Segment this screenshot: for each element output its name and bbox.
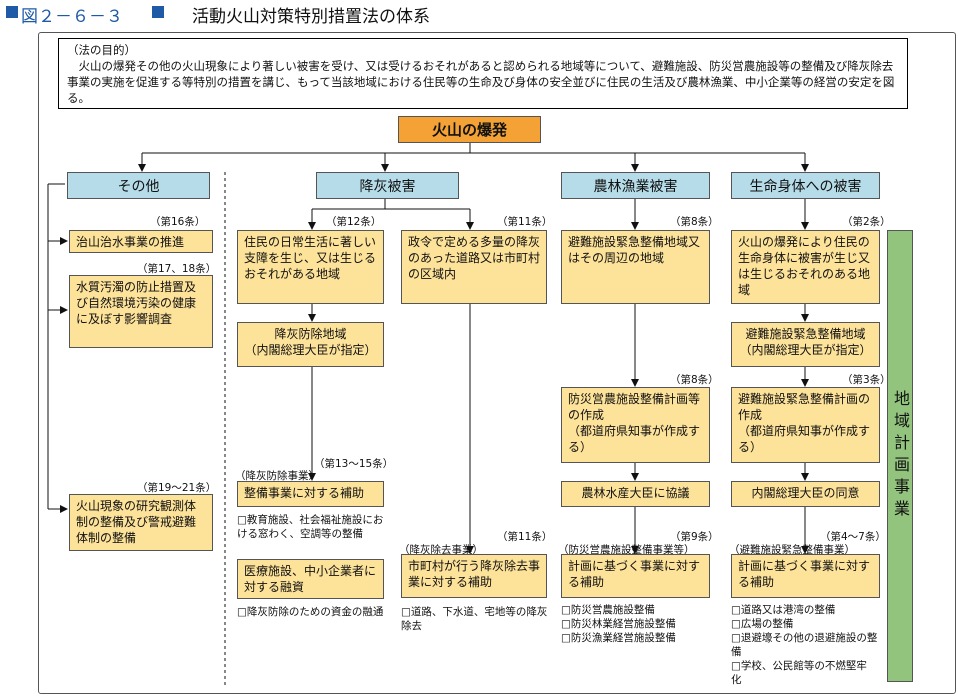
agri-ref-1: （第8条） bbox=[670, 216, 719, 228]
header-life-damage: 生命身体への被害 bbox=[731, 172, 880, 199]
ash-a-box-subsidy: 整備事業に対する補助 bbox=[237, 481, 384, 507]
ash-a-note-3: □教育施設、社会福祉施設における窓わく、空調等の整備 bbox=[237, 514, 384, 540]
ash-b-ref-2: （第11条） bbox=[497, 531, 553, 543]
life-note-4: □学校、公民館等の不燃堅牢化 bbox=[731, 660, 867, 686]
agri-box-consult-minister: 農林水産大臣に協議 bbox=[561, 481, 710, 507]
agri-note-2: □防災林業経営施設整備 bbox=[561, 618, 676, 630]
other-box-water-pollution: 水質汚濁の防止措置及び自然環境汚染の健康に及ぼす影響調査 bbox=[69, 275, 213, 348]
life-note-3: □退避壕その他の退避施設の整備 bbox=[731, 632, 878, 658]
life-box-designated-area: 避難施設緊急整備地域 （内閣総理大臣が指定） bbox=[731, 322, 880, 367]
ash-a-box-loans: 医療施設、中小企業者に対する融資 bbox=[237, 559, 384, 599]
header-other: その他 bbox=[67, 172, 210, 199]
life-box-plan: 避難施設緊急整備計画の作成 （都道府県知事が作成する） bbox=[731, 387, 880, 463]
agri-box-plan: 防災営農施設整備計画等の作成 （都道府県知事が作成する） bbox=[561, 387, 710, 463]
life-ref-3: （第3条） bbox=[842, 374, 891, 386]
header-agri-damage: 農林漁業被害 bbox=[561, 172, 710, 199]
life-note-1: □道路又は港湾の整備 bbox=[731, 604, 836, 616]
life-ref-1: （第2条） bbox=[842, 216, 891, 228]
ash-a-box-affected-area: 住民の日常生活に著しい支障を生じ、又は生じるおそれがある地域 bbox=[237, 230, 384, 304]
ash-a-note-4: □降灰防除のための資金の融通 bbox=[237, 606, 384, 618]
agri-note-1: □防災営農施設整備 bbox=[561, 604, 655, 616]
side-label-text: 地域計画事業 bbox=[891, 390, 910, 522]
root-node-eruption: 火山の爆発 bbox=[398, 116, 541, 143]
agri-box-subsidy: 計画に基づく事業に対する補助 bbox=[561, 554, 710, 598]
other-ref-1: （第16条） bbox=[150, 216, 206, 228]
ash-b-ref-1: （第11条） bbox=[497, 216, 553, 228]
ash-a-ref-1: （第12条） bbox=[326, 216, 382, 228]
side-label-regional-plan: 地域計画事業 bbox=[887, 230, 913, 682]
ash-a-ref-3: （第13～15条） bbox=[314, 458, 394, 470]
life-note-2: □広場の整備 bbox=[731, 618, 794, 630]
ash-a-box-designated-area: 降灰防除地域 （内閣総理大臣が指定） bbox=[237, 322, 384, 367]
other-box-flood-control: 治山治水事業の推進 bbox=[69, 230, 213, 253]
life-box-subsidy: 計画に基づく事業に対する補助 bbox=[731, 554, 880, 598]
agri-note-3: □防災漁業経営施設整備 bbox=[561, 632, 676, 644]
ash-b-box-road-area: 政令で定める多量の降灰のあった道路又は市町村の区域内 bbox=[401, 230, 547, 304]
other-ref-2: （第17、18条） bbox=[137, 263, 217, 275]
life-box-pm-consent: 内閣総理大臣の同意 bbox=[731, 481, 880, 507]
header-ash-damage: 降灰被害 bbox=[316, 172, 459, 199]
agri-ref-2: （第8条） bbox=[670, 374, 719, 386]
life-box-area: 火山の爆発により住民の生命身体に被害が生じ又は生じるおそれのある地域 bbox=[731, 230, 880, 304]
ash-b-note-2: □道路、下水道、宅地等の降灰除去 bbox=[401, 606, 548, 632]
ash-b-box-removal-subsidy: 市町村が行う降灰除去事業に対する補助 bbox=[401, 554, 547, 598]
agri-box-area: 避難施設緊急整備地域又はその周辺の地域 bbox=[561, 230, 710, 304]
other-box-observation: 火山現象の研究観測体制の整備及び警戒避難体制の整備 bbox=[69, 494, 213, 551]
other-ref-3: （第19～21条） bbox=[137, 482, 217, 494]
